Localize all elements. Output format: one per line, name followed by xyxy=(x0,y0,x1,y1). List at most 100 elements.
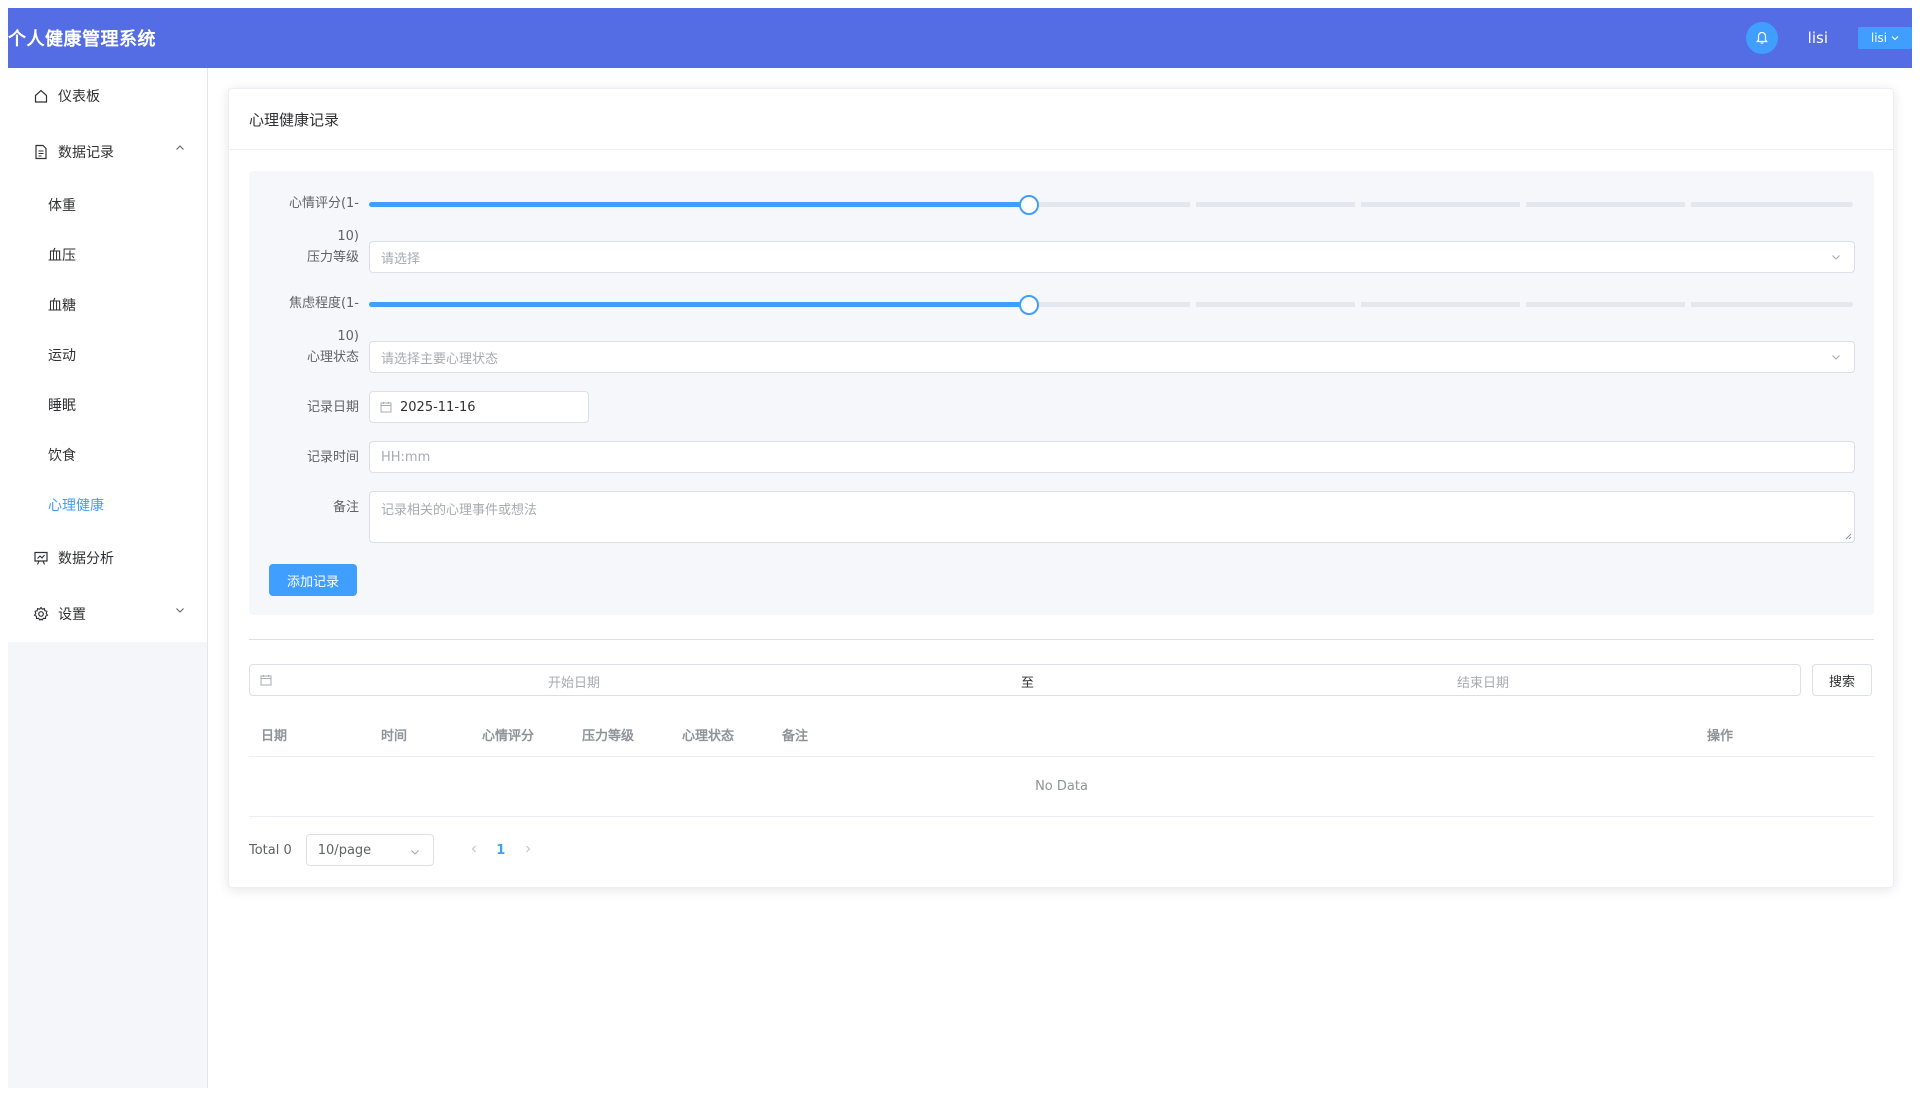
sidebar-subitem-mental-health[interactable]: 心理健康 xyxy=(8,480,207,530)
main-content: 心理健康记录 心情评分(1- 10) 压力等级 请选择 焦虑程度(1- 10) … xyxy=(228,88,1894,888)
column-mood: 心情评分 xyxy=(482,729,535,744)
search-button[interactable]: 搜索 xyxy=(1812,664,1872,696)
page-size-value: 10/page xyxy=(317,842,372,858)
stress-label: 压力等级 xyxy=(306,250,359,265)
home-icon xyxy=(32,87,50,105)
mood-label: 心情评分(1- 10) xyxy=(249,196,359,244)
stress-placeholder: 请选择 xyxy=(381,251,421,267)
notes-placeholder: 记录相关的心理事件或想法 xyxy=(381,503,538,518)
sidebar-subitem-blood-pressure[interactable]: 血压 xyxy=(8,230,207,280)
sidebar-subitem-diet[interactable]: 饮食 xyxy=(8,430,207,480)
slider-step-stop xyxy=(1355,202,1362,207)
next-page-button[interactable] xyxy=(516,843,540,858)
user-menu-label: lisi xyxy=(1870,31,1888,45)
chevron-right-icon xyxy=(525,845,531,852)
notification-button[interactable] xyxy=(1745,22,1778,54)
sidebar-item-data-records[interactable]: 数据记录 xyxy=(8,124,207,180)
sidebar-item-analysis[interactable]: 数据分析 xyxy=(8,530,207,586)
mental-state-placeholder: 请选择主要心理状态 xyxy=(381,351,499,367)
sidebar-subitem-exercise[interactable]: 运动 xyxy=(8,330,207,380)
record-form: 心情评分(1- 10) 压力等级 请选择 焦虑程度(1- 10) 心理状态 请选… xyxy=(249,171,1874,615)
date-value: 2025-11-16 xyxy=(400,399,476,415)
header-right: lisi lisi xyxy=(1745,8,1912,68)
sidebar: 仪表板 数据记录 体重 血压 血糖 运动 睡眠 饮食 心理健康 数据分析 设置 xyxy=(8,68,208,1088)
gear-icon xyxy=(32,605,50,623)
chevron-down-icon xyxy=(1832,355,1840,360)
sidebar-item-label: 仪表板 xyxy=(58,89,100,105)
slider-fill xyxy=(369,302,1029,307)
pagination: Total 0 10/page 1 xyxy=(249,834,540,866)
column-date: 日期 xyxy=(261,729,288,744)
sidebar-item-dashboard[interactable]: 仪表板 xyxy=(8,68,207,124)
slider-step-stop xyxy=(1520,302,1527,307)
prev-page-button[interactable] xyxy=(462,843,486,858)
app-title: 个人健康管理系统 xyxy=(8,29,156,50)
slider-fill xyxy=(369,202,1029,207)
app-root: 个人健康管理系统 lisi lisi 仪表板 数据记录 体重 血压 血糖 运动 … xyxy=(8,8,1912,1088)
chart-icon xyxy=(32,549,50,567)
calendar-icon xyxy=(380,402,392,413)
sidebar-subitem-weight[interactable]: 体重 xyxy=(8,180,207,230)
anxiety-label-line2: 10) xyxy=(337,329,359,344)
notes-textarea[interactable]: 记录相关的心理事件或想法 xyxy=(369,491,1855,543)
chevron-down-icon xyxy=(1832,255,1840,260)
slider-step-stop xyxy=(1520,202,1527,207)
card-title: 心理健康记录 xyxy=(229,89,1893,150)
username-label: lisi xyxy=(1807,29,1828,47)
anxiety-label-line1: 焦虑程度(1- xyxy=(288,296,359,311)
sidebar-subitem-blood-sugar[interactable]: 血糖 xyxy=(8,280,207,330)
sidebar-menu: 仪表板 数据记录 体重 血压 血糖 运动 睡眠 饮食 心理健康 数据分析 设置 xyxy=(8,68,207,642)
range-separator: 至 xyxy=(1021,676,1035,691)
section-divider xyxy=(249,639,1874,640)
sidebar-item-label: 设置 xyxy=(58,607,86,623)
table-empty-text: No Data xyxy=(249,757,1874,817)
time-label: 记录时间 xyxy=(306,450,359,465)
chevron-down-icon xyxy=(410,850,419,855)
mental-state-select[interactable]: 请选择主要心理状态 xyxy=(369,341,1855,373)
anxiety-slider[interactable] xyxy=(369,289,1853,319)
top-header: 个人健康管理系统 lisi lisi xyxy=(8,8,1912,68)
column-time: 时间 xyxy=(381,729,408,744)
page-size-select[interactable]: 10/page xyxy=(305,834,434,866)
pagination-total: Total 0 xyxy=(249,842,292,858)
chevron-down-icon xyxy=(176,608,184,613)
slider-step-stop xyxy=(1685,202,1692,207)
table-header: 日期 时间 心情评分 压力等级 心理状态 备注 操作 xyxy=(249,709,1874,757)
column-notes: 备注 xyxy=(782,729,809,744)
date-range-picker[interactable]: 开始日期 至 结束日期 xyxy=(249,664,1801,696)
chevron-down-icon xyxy=(1891,36,1899,41)
bell-icon xyxy=(1755,31,1768,44)
chevron-up-icon xyxy=(176,145,184,150)
column-mental-state: 心理状态 xyxy=(682,729,735,744)
mood-label-line2: 10) xyxy=(337,229,359,244)
anxiety-label: 焦虑程度(1- 10) xyxy=(249,296,359,344)
time-input[interactable]: HH:mm xyxy=(369,441,1855,473)
resize-handle-icon[interactable] xyxy=(1844,532,1852,540)
add-record-button[interactable]: 添加记录 xyxy=(269,564,357,596)
mood-slider[interactable] xyxy=(369,189,1853,219)
sidebar-item-label: 数据分析 xyxy=(58,551,114,567)
end-date-placeholder[interactable]: 结束日期 xyxy=(1457,672,1509,691)
notes-label: 备注 xyxy=(332,500,359,515)
page-number[interactable]: 1 xyxy=(486,843,516,858)
stress-select[interactable]: 请选择 xyxy=(369,241,1855,273)
slider-thumb[interactable] xyxy=(1018,295,1039,315)
mood-label-line1: 心情评分(1- xyxy=(288,196,359,211)
sidebar-subitem-sleep[interactable]: 睡眠 xyxy=(8,380,207,430)
slider-thumb[interactable] xyxy=(1018,195,1039,215)
column-stress: 压力等级 xyxy=(582,729,635,744)
records-table: 日期 时间 心情评分 压力等级 心理状态 备注 操作 No Data xyxy=(249,709,1874,817)
mental-health-card: 心理健康记录 心情评分(1- 10) 压力等级 请选择 焦虑程度(1- 10) … xyxy=(228,88,1894,888)
chevron-left-icon xyxy=(471,845,476,852)
sidebar-item-settings[interactable]: 设置 xyxy=(8,586,207,642)
slider-step-stop xyxy=(1685,302,1692,307)
date-label: 记录日期 xyxy=(306,400,359,415)
sidebar-item-label: 数据记录 xyxy=(58,145,114,161)
user-menu-button[interactable]: lisi xyxy=(1858,27,1912,49)
mental-state-label: 心理状态 xyxy=(306,350,359,365)
time-placeholder: HH:mm xyxy=(381,449,431,465)
column-actions: 操作 xyxy=(1707,729,1734,744)
date-picker[interactable]: 2025-11-16 xyxy=(369,391,589,423)
start-date-placeholder[interactable]: 开始日期 xyxy=(250,672,600,691)
document-icon xyxy=(32,143,50,161)
